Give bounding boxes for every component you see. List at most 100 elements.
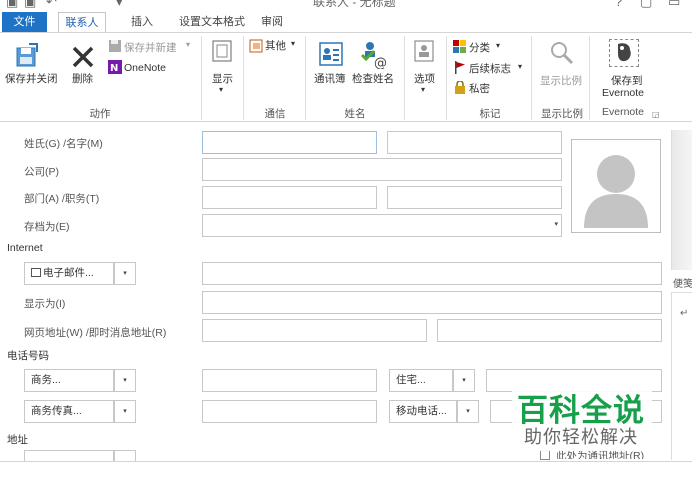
company-label: 公司(P) [24, 166, 59, 178]
evernote-icon[interactable] [609, 39, 639, 67]
check-names-icon[interactable]: @ [360, 39, 388, 72]
home-phone-dropdown-icon[interactable]: ▾ [453, 369, 475, 392]
contact-photo[interactable] [571, 139, 661, 233]
fullname-label: 姓氏(G) /名字(M) [24, 138, 103, 150]
mailing-address-checkbox[interactable] [540, 450, 550, 460]
return-mark-icon: ↵ [680, 308, 689, 319]
svg-text:N: N [110, 63, 118, 74]
minimize-icon[interactable]: ▭ [668, 0, 680, 10]
check-names-button[interactable]: 检查姓名 [352, 71, 394, 86]
delete-icon[interactable] [71, 45, 95, 72]
phone-section-heading: 电话号码 [7, 350, 49, 362]
onenote-icon: N [108, 60, 122, 77]
customize-icon[interactable]: ▾ [116, 0, 123, 10]
save-close-button[interactable]: 保存并关闭 [5, 71, 58, 86]
show-button[interactable]: 显示 [212, 71, 233, 86]
categorize-button[interactable]: 分类 [469, 40, 490, 55]
restore-icon[interactable]: ▢ [640, 0, 652, 10]
group-separator [243, 36, 244, 120]
address-section-heading: 地址 [7, 434, 28, 446]
home-phone-button[interactable]: 住宅... [389, 369, 453, 392]
save-icon[interactable]: ▣ [24, 0, 36, 10]
save-new-icon [108, 39, 122, 56]
title-bar: ▣ ▣ ↶ ▾ 联系人 - 无标题 ? ▢ ▭ [0, 0, 692, 12]
group-label-zoom: 显示比例 [541, 108, 583, 120]
zoom-icon[interactable] [549, 40, 575, 69]
business-fax-button[interactable]: 商务传真... [24, 400, 114, 423]
help-icon[interactable]: ? [615, 0, 622, 9]
notes-area[interactable]: ↵ [671, 292, 692, 460]
ribbon-tabs: 文件 联系人 插入 设置文本格式 审阅 [0, 12, 692, 33]
business-phone-field[interactable] [202, 369, 377, 392]
delete-button[interactable]: 删除 [72, 71, 93, 86]
tab-file[interactable]: 文件 [2, 12, 47, 32]
im-address-field[interactable] [437, 319, 662, 342]
email-button[interactable]: 电子邮件... [24, 262, 114, 285]
svg-text:@: @ [374, 56, 387, 69]
other-dropdown-icon[interactable]: ▾ [291, 39, 295, 48]
tab-format-text[interactable]: 设置文本格式 [176, 12, 248, 32]
ribbon: 保存并关闭 删除 保存并新建 ▾ N OneNote 动作 显示 ▾ 其他 ▾ … [0, 32, 692, 122]
tab-review[interactable]: 审阅 [256, 12, 288, 32]
first-name-field[interactable] [387, 131, 562, 154]
options-icon[interactable] [413, 39, 435, 66]
mobile-phone-dropdown-icon[interactable]: ▾ [457, 400, 479, 423]
display-as-field[interactable] [202, 291, 662, 314]
email-field[interactable] [202, 262, 662, 285]
group-separator [531, 36, 532, 120]
tab-contact[interactable]: 联系人 [58, 12, 106, 33]
web-page-label: 网页地址(W) /即时消息地址(R) [24, 327, 167, 339]
watermark: 百科全说 助你轻松解决 [512, 385, 652, 451]
display-as-label: 显示为(I) [24, 298, 66, 310]
onenote-button[interactable]: OneNote [124, 62, 166, 74]
dialog-launcher-icon[interactable]: ◲ [652, 110, 660, 119]
business-phone-dropdown-icon[interactable]: ▾ [114, 369, 136, 392]
company-field[interactable] [202, 158, 562, 181]
web-page-field[interactable] [202, 319, 427, 342]
group-label-tags: 标记 [479, 108, 501, 120]
notes-label: 便笺 [673, 279, 692, 290]
business-fax-field[interactable] [202, 400, 377, 423]
job-title-field[interactable] [387, 186, 562, 209]
zoom-button[interactable]: 显示比例 [540, 73, 582, 88]
save-to-evernote-button[interactable]: 保存到 [611, 73, 643, 88]
follow-up-dropdown-icon[interactable]: ▾ [518, 62, 522, 71]
save-new-button[interactable]: 保存并新建 [124, 40, 177, 55]
group-separator [404, 36, 405, 120]
email-button-label: 电子邮件... [43, 267, 94, 279]
last-name-field[interactable] [202, 131, 377, 154]
business-card-preview [671, 130, 692, 270]
department-field[interactable] [202, 186, 377, 209]
file-as-label: 存档为(E) [24, 221, 70, 233]
tab-insert[interactable]: 插入 [120, 12, 164, 32]
other-icon [249, 39, 263, 56]
group-label-evernote: Evernote [601, 106, 645, 118]
categorize-dropdown-icon[interactable]: ▾ [496, 41, 500, 50]
address-book-button[interactable]: 通讯簿 [314, 71, 346, 86]
show-icon[interactable] [211, 39, 233, 66]
other-button[interactable]: 其他 [265, 38, 286, 53]
group-label-communicate: 通信 [264, 108, 286, 120]
mobile-phone-button[interactable]: 移动电话... [389, 400, 457, 423]
group-separator [201, 36, 202, 120]
chevron-down-icon: ▾ [554, 221, 558, 228]
address-book-icon[interactable] [318, 41, 344, 70]
outlook-icon: ▣ [6, 0, 19, 9]
lock-icon [455, 80, 465, 97]
options-button[interactable]: 选项 [414, 71, 435, 86]
file-as-combobox[interactable]: ▾ [202, 214, 562, 237]
undo-icon[interactable]: ↶ [46, 0, 57, 10]
save-close-icon[interactable] [14, 42, 40, 71]
email-dropdown-icon[interactable]: ▾ [114, 262, 136, 285]
show-dropdown-icon[interactable]: ▾ [219, 85, 223, 94]
follow-up-button[interactable]: 后续标志 [469, 61, 511, 76]
options-dropdown-icon[interactable]: ▾ [421, 85, 425, 94]
business-fax-dropdown-icon[interactable]: ▾ [114, 400, 136, 423]
group-separator [305, 36, 306, 120]
department-label: 部门(A) /职务(T) [24, 193, 100, 205]
group-label-action: 动作 [89, 108, 111, 120]
business-phone-button[interactable]: 商务... [24, 369, 114, 392]
categorize-icon [453, 40, 466, 56]
private-button[interactable]: 私密 [469, 81, 490, 96]
save-new-dropdown-icon[interactable]: ▾ [186, 40, 190, 49]
